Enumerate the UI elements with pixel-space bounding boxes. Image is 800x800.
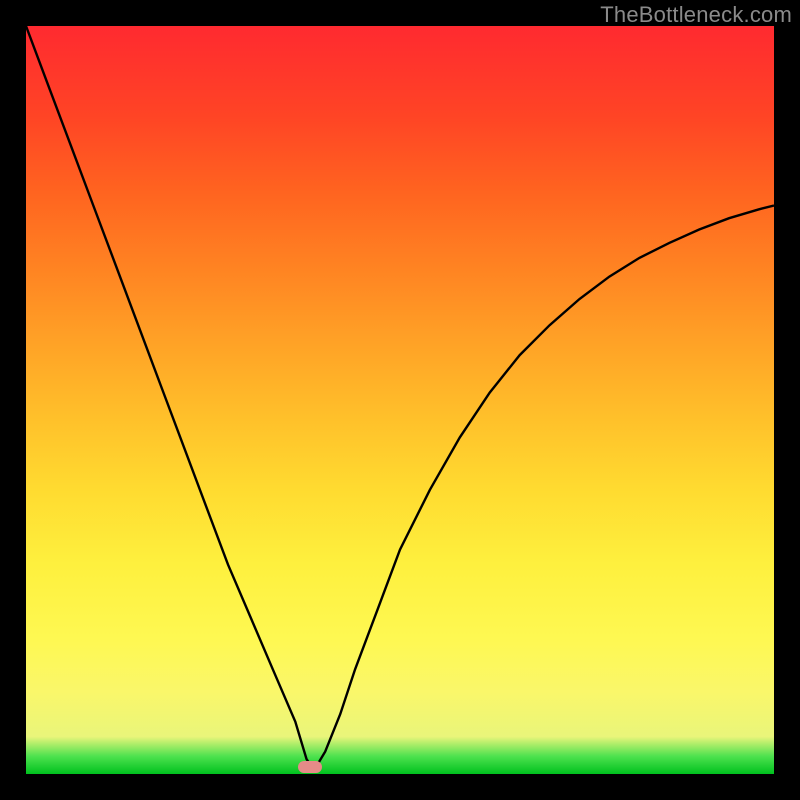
plot-area [26, 26, 774, 774]
bottleneck-curve [26, 26, 774, 770]
chart-frame: TheBottleneck.com [0, 0, 800, 800]
watermark-text: TheBottleneck.com [600, 2, 792, 28]
optimal-marker [298, 761, 322, 773]
curve-svg [26, 26, 774, 774]
